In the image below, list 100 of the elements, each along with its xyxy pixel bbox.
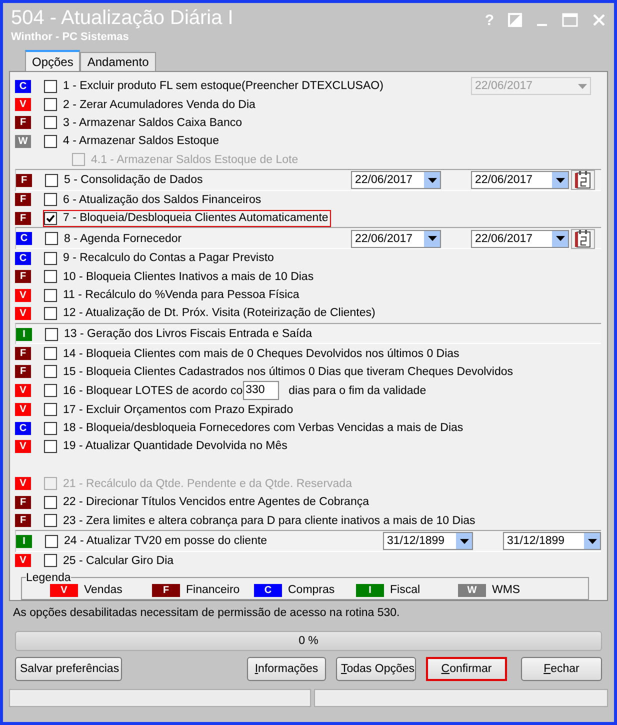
caret-icon — [588, 538, 596, 544]
legend-label: Financeiro — [186, 584, 240, 596]
category-badge: F — [15, 514, 31, 528]
category-badge: F — [15, 193, 31, 206]
legend-title: Legenda — [26, 572, 71, 584]
option-label: 23 - Zera limites e altera cobrança para D para cliente inativos a mais de 10 Dias — [63, 514, 476, 527]
category-badge: V — [15, 306, 31, 320]
calendar-icon[interactable] — [571, 170, 595, 190]
option-label: 18 - Bloqueia/desbloqueia Fornecedores com Verbas Vencidas a mais de Dias — [63, 422, 464, 434]
checkbox[interactable] — [45, 534, 58, 548]
category-badge: I — [356, 584, 384, 597]
dialog-button[interactable]: Todas Opções — [336, 657, 416, 681]
option-label: 25 - Calcular Giro Dia — [63, 554, 174, 567]
option-label: 11 - Recálculo do %Venda para Pessoa Física — [63, 289, 300, 302]
legend-label: Vendas — [84, 584, 122, 596]
date-dropdown[interactable]: 22/06/2017 — [351, 230, 441, 248]
category-badge: F — [15, 365, 31, 378]
option-label: 21 - Recálculo da Qtde. Pendente e da Qtde. Reservada — [63, 478, 352, 490]
option-label: 4.1 - Armazenar Saldos Estoque de Lote — [91, 154, 298, 166]
category-badge: F — [15, 347, 31, 360]
dialog-button[interactable]: Salvar preferências — [15, 657, 122, 681]
date-dropdown[interactable]: 22/06/2017 — [471, 171, 569, 190]
category-badge: C — [254, 584, 282, 597]
category-badge: V — [15, 440, 31, 453]
option-label: 17 - Excluir Orçamentos com Prazo Expirado — [63, 404, 294, 416]
option-label: 3 - Armazenar Saldos Caixa Banco — [63, 116, 242, 129]
category-badge: V — [15, 384, 31, 398]
progress-text: 0 % — [298, 635, 318, 647]
date-dropdown[interactable]: 22/06/2017 — [351, 171, 441, 190]
days-input[interactable]: 330 — [242, 381, 279, 400]
caret-icon — [428, 236, 436, 242]
category-badge: V — [50, 584, 78, 597]
category-badge: I — [16, 534, 32, 548]
category-badge: I — [16, 328, 32, 341]
date-dropdown[interactable]: 31/12/1899 — [383, 532, 473, 550]
checkbox[interactable] — [44, 422, 57, 435]
checkbox[interactable] — [44, 496, 57, 509]
legend-label: Compras — [288, 584, 335, 596]
option-label: dias para o fim da validade — [288, 384, 426, 397]
dialog-button[interactable]: Informações — [247, 657, 326, 681]
option-label: 12 - Atualização de Dt. Próx. Visita (Roteirização de Clientes) — [63, 307, 376, 320]
checkbox[interactable] — [44, 440, 57, 453]
checkbox[interactable] — [44, 80, 57, 93]
option-label: 22 - Direcionar Títulos Vencidos entre Agentes de Cobrança — [63, 496, 369, 508]
window-title: 504 - Atualização Diária I — [11, 6, 234, 31]
category-badge: V — [15, 98, 31, 112]
category-badge: F — [15, 116, 31, 130]
option-label: 13 - Geração dos Livros Fiscais Entrada e Saída — [64, 328, 312, 340]
checkbox[interactable] — [45, 232, 58, 246]
legend-label: Fiscal — [390, 584, 420, 596]
checkbox[interactable] — [44, 288, 57, 302]
category-badge: F — [152, 584, 180, 597]
option-label: 19 - Atualizar Quantidade Devolvida no Mês — [63, 440, 288, 452]
calendar-icon[interactable] — [571, 228, 595, 249]
option-label: 24 - Atualizar TV20 em posse do cliente — [64, 535, 268, 548]
caret-icon — [428, 178, 436, 183]
option-label: 10 - Bloqueia Clientes Inativos a mais de 10 Dias — [63, 270, 314, 283]
category-badge: F — [15, 270, 31, 284]
option-label: 2 - Zerar Acumuladores Venda do Dia — [63, 98, 256, 111]
category-badge: F — [15, 212, 31, 225]
dialog-button[interactable]: Fechar — [521, 657, 602, 681]
category-badge: V — [15, 403, 31, 416]
option-label: 15 - Bloqueia Clientes Cadastrados nos últimos 0 Dias que tiveram Cheques Devolvidos — [63, 366, 514, 378]
tab[interactable]: Andamento — [80, 52, 156, 71]
checkbox[interactable] — [44, 134, 57, 148]
date-dropdown[interactable]: 22/06/2017 — [471, 230, 569, 248]
category-badge: V — [15, 554, 31, 568]
checkbox[interactable] — [44, 403, 57, 416]
option-label: 6 - Atualização dos Saldos Financeiros — [63, 194, 262, 206]
checkbox[interactable] — [44, 252, 57, 265]
category-badge: C — [15, 80, 31, 93]
dialog-button[interactable]: Confirmar — [426, 657, 507, 681]
checkbox[interactable] — [44, 554, 57, 568]
date-dropdown[interactable]: 31/12/1899 — [503, 532, 601, 550]
checkbox[interactable] — [44, 306, 57, 320]
window-subtitle: Winthor - PC Sistemas — [11, 31, 130, 43]
checkbox[interactable] — [44, 514, 57, 528]
checkbox[interactable] — [44, 193, 57, 206]
tab[interactable]: Opções — [25, 50, 80, 71]
category-badge: C — [15, 252, 31, 265]
checkbox[interactable] — [44, 212, 57, 225]
category-badge: C — [16, 232, 32, 246]
checkbox[interactable] — [44, 384, 57, 398]
checkbox[interactable] — [44, 270, 57, 284]
checkbox[interactable] — [44, 347, 57, 360]
option-label: 8 - Agenda Fornecedor — [64, 232, 182, 245]
checkbox[interactable] — [44, 116, 57, 130]
option-label: 5 - Consolidação de Dados — [64, 174, 203, 186]
category-badge: W — [15, 134, 31, 148]
category-badge: W — [458, 584, 486, 597]
category-badge: V — [15, 477, 31, 490]
permission-note: As opções desabilitadas necessitam de permissão de acesso na rotina 530. — [12, 606, 401, 621]
checkbox[interactable] — [45, 328, 58, 341]
checkbox[interactable] — [44, 98, 57, 112]
checkbox[interactable] — [44, 365, 57, 378]
category-badge: C — [15, 422, 31, 435]
option-label: 7 - Bloqueia/Desbloqueia Clientes Automaticamente — [63, 212, 328, 224]
option-label: 4 - Armazenar Saldos Estoque — [63, 135, 219, 148]
caret-icon — [460, 538, 468, 544]
checkbox[interactable] — [45, 174, 58, 187]
